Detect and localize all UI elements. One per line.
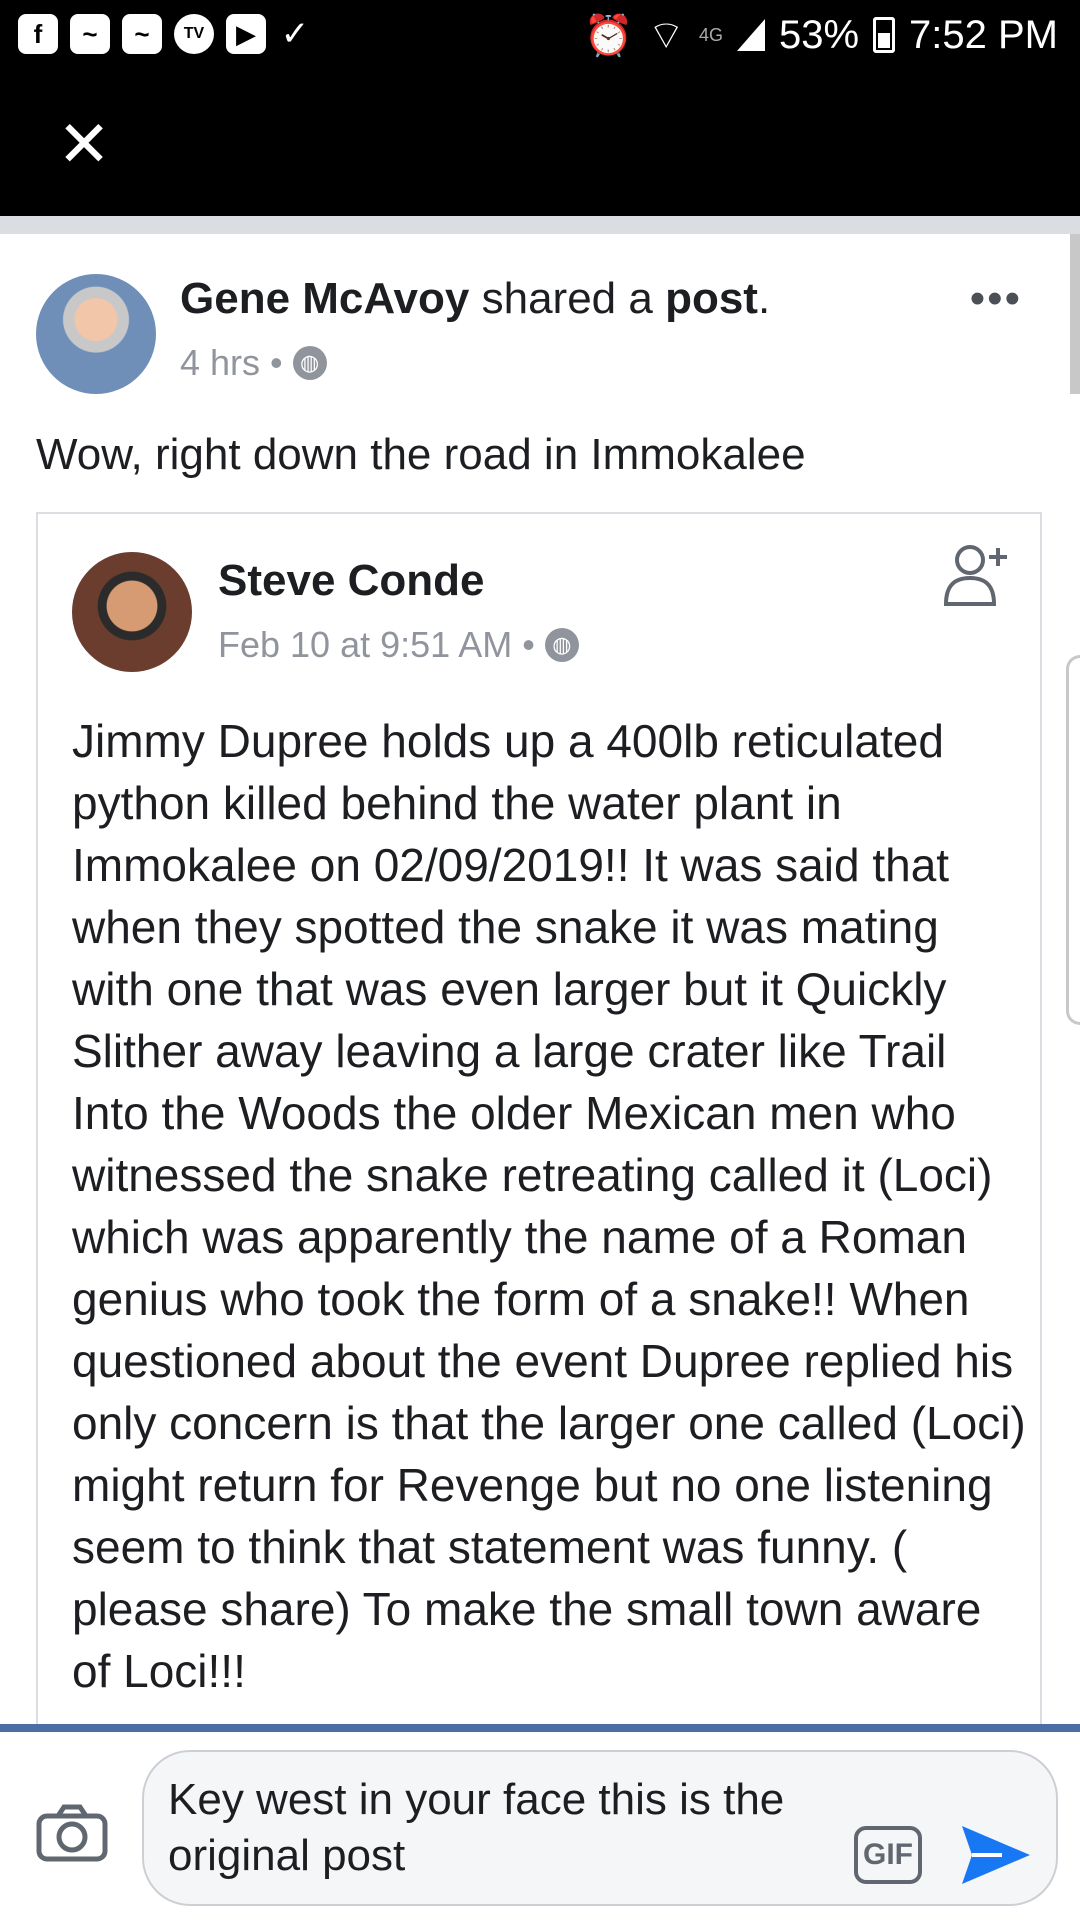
network-type: 4G	[698, 24, 723, 45]
battery-icon	[873, 17, 896, 53]
tv-icon: TV	[174, 14, 214, 54]
system-status: ⏰ ⌔ 4G 53% 7:52 PM	[584, 10, 1058, 60]
wifi-icon: ⌔	[647, 14, 685, 58]
post-time[interactable]: 4 hrs	[180, 342, 260, 384]
post-header: Gene McAvoy shared a post.	[180, 274, 770, 324]
action-text: shared a	[481, 274, 653, 323]
battery-percent: 53%	[778, 12, 860, 57]
divider	[0, 216, 1080, 234]
globe-icon: ◍	[292, 346, 327, 380]
shared-post-link[interactable]: post	[665, 274, 758, 323]
post: Gene McAvoy shared a post. 4 hrs • ◍ •••…	[0, 234, 1080, 1724]
close-icon[interactable]: ✕	[56, 112, 112, 176]
send-icon[interactable]	[958, 1820, 1034, 1890]
action-period: .	[757, 274, 771, 323]
checkmark-icon: ✓	[280, 15, 310, 53]
avatar[interactable]	[36, 274, 156, 394]
app-icon: ~	[122, 14, 162, 54]
author-name[interactable]: Gene McAvoy	[180, 274, 469, 323]
clock: 7:52 PM	[909, 12, 1058, 57]
comment-input-value[interactable]: Key west in your face this is the origin…	[168, 1772, 818, 1884]
shared-post-meta: Feb 10 at 9:51 AM • ◍	[218, 624, 579, 666]
meta-separator: •	[270, 342, 283, 383]
signal-icon	[736, 19, 765, 51]
post-meta: 4 hrs • ◍	[180, 342, 327, 384]
more-options-icon[interactable]: •••	[970, 274, 1022, 324]
shared-post-card[interactable]: Steve Conde Feb 10 at 9:51 AM • ◍ Jimmy …	[36, 512, 1042, 1724]
camera-icon[interactable]	[36, 1804, 108, 1862]
facebook-icon: f	[18, 14, 58, 54]
post-text: Wow, right down the road in Immokalee	[36, 430, 806, 479]
scrollbar[interactable]	[1070, 234, 1080, 394]
notification-icons: f ~ ~ TV ▶ ✓	[18, 14, 312, 54]
shared-author-name[interactable]: Steve Conde	[218, 556, 485, 606]
shared-post-date[interactable]: Feb 10 at 9:51 AM	[218, 624, 512, 666]
edge-panel-handle[interactable]	[1066, 655, 1080, 1025]
app-icon: ~	[70, 14, 110, 54]
alarm-icon: ⏰	[583, 13, 634, 58]
gif-button[interactable]: GIF	[854, 1826, 922, 1884]
globe-icon: ◍	[544, 628, 579, 662]
divider	[0, 1724, 1080, 1732]
meta-separator: •	[522, 624, 535, 665]
avatar[interactable]	[72, 552, 192, 672]
comment-composer: Key west in your face this is the origin…	[0, 1732, 1080, 1920]
top-bar: ✕	[0, 72, 1080, 216]
youtube-icon: ▶	[226, 14, 266, 54]
add-friend-icon[interactable]	[940, 538, 1014, 612]
shared-post-text: Jimmy Dupree holds up a 400lb reticulate…	[72, 715, 1026, 1697]
comment-input[interactable]: Key west in your face this is the origin…	[142, 1750, 1058, 1906]
status-bar: f ~ ~ TV ▶ ✓ ⏰ ⌔ 4G 53% 7:52 PM	[0, 0, 1080, 72]
